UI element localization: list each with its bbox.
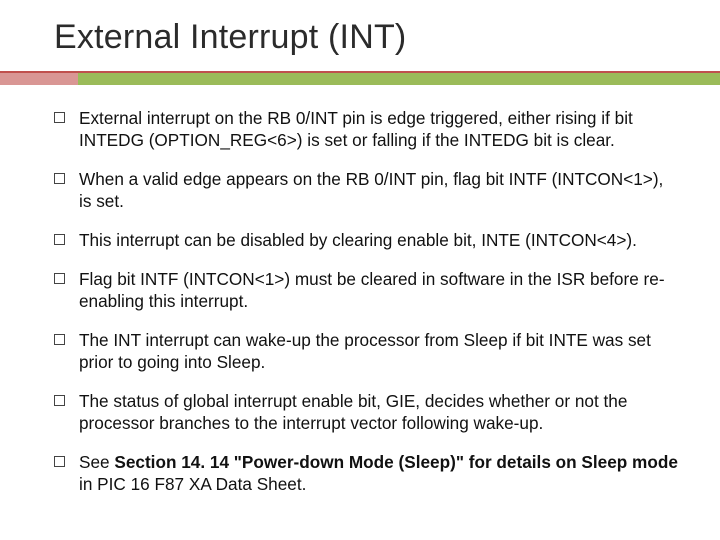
page-title: External Interrupt (INT) xyxy=(54,18,680,57)
list-item: When a valid edge appears on the RB 0/IN… xyxy=(54,168,680,212)
square-bullet-icon xyxy=(54,273,65,284)
list-item: The INT interrupt can wake-up the proces… xyxy=(54,329,680,373)
square-bullet-icon xyxy=(54,395,65,406)
divider xyxy=(0,71,720,85)
bullet-text: The INT interrupt can wake-up the proces… xyxy=(79,329,680,373)
bullet-text: When a valid edge appears on the RB 0/IN… xyxy=(79,168,680,212)
list-item: See Section 14. 14 "Power-down Mode (Sle… xyxy=(54,451,680,495)
list-item: The status of global interrupt enable bi… xyxy=(54,390,680,434)
square-bullet-icon xyxy=(54,334,65,345)
square-bullet-icon xyxy=(54,234,65,245)
bullet-text: The status of global interrupt enable bi… xyxy=(79,390,680,434)
bullet-text: This interrupt can be disabled by cleari… xyxy=(79,229,680,251)
list-item: Flag bit INTF (INTCON<1>) must be cleare… xyxy=(54,268,680,312)
square-bullet-icon xyxy=(54,112,65,123)
bullet-list: External interrupt on the RB 0/INT pin i… xyxy=(54,107,680,495)
bullet-text: External interrupt on the RB 0/INT pin i… xyxy=(79,107,680,151)
list-item: External interrupt on the RB 0/INT pin i… xyxy=(54,107,680,151)
slide: External Interrupt (INT) External interr… xyxy=(0,0,720,540)
square-bullet-icon xyxy=(54,173,65,184)
bullet-text: Flag bit INTF (INTCON<1>) must be cleare… xyxy=(79,268,680,312)
bullet-text: See Section 14. 14 "Power-down Mode (Sle… xyxy=(79,451,680,495)
square-bullet-icon xyxy=(54,456,65,467)
list-item: This interrupt can be disabled by cleari… xyxy=(54,229,680,251)
